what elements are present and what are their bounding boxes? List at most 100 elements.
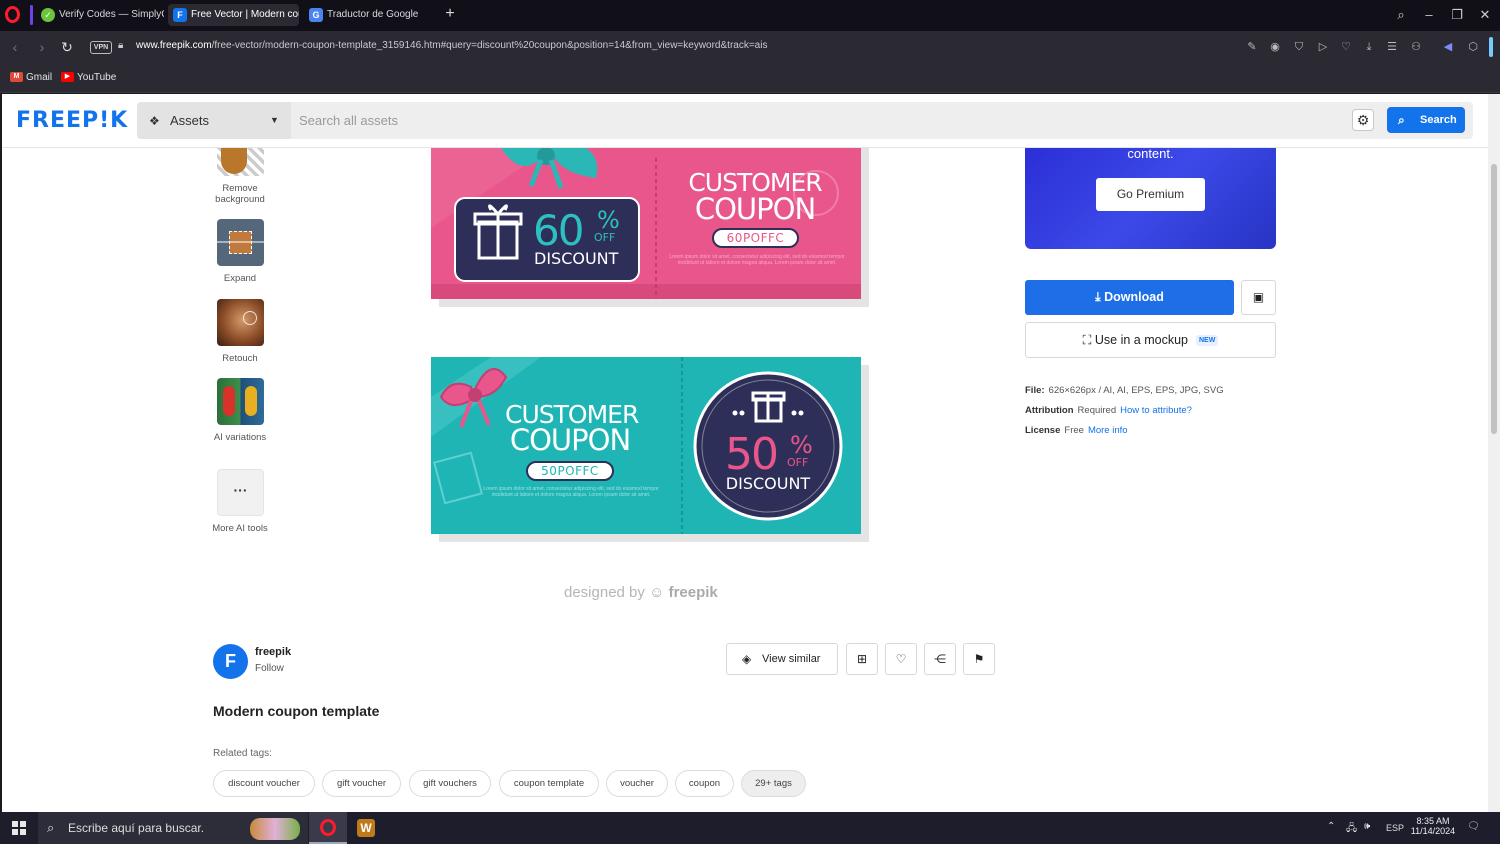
tab-label: Free Vector | Modern cou [191,9,299,20]
coupon-code: 50POFFC [526,461,614,481]
player-icon[interactable]: ▷ [1316,40,1330,54]
coupon-title-line2: COUPON [509,423,631,457]
volume-icon[interactable]: 🕪︎ [1364,821,1370,832]
new-tab-icon[interactable]: + [442,6,458,22]
sidebar-handle[interactable] [1489,37,1493,57]
address-bar: ‹ › ↻ VPN 🔒︎ www.freepik.com/free-vector… [0,31,1500,63]
restore-icon[interactable]: ❐ [1448,6,1466,24]
taskbar-opera[interactable] [309,812,347,844]
flag-icon: ⚑ [973,652,985,666]
coupon-teal: CUSTOMER COUPON 50POFFC Lorem ipsum dolo… [431,357,861,534]
designed-by-watermark: designed by ☺ freepik [564,584,718,601]
related-tags-label: Related tags: [213,748,272,759]
reload-icon[interactable]: ↻ [59,39,75,55]
shield-icon[interactable]: ⛉ [1292,40,1306,54]
heart-icon: ♡ [895,652,907,666]
tab-freepik[interactable]: F Free Vector | Modern cou [168,4,299,26]
wow-icon: W [357,819,375,837]
go-premium-button[interactable]: Go Premium [1096,178,1205,211]
windows-taskbar: ⌕ Escribe aquí para buscar. W ⌃ 🖧︎ 🕪︎ ES… [0,812,1500,844]
bookmarks-bar: M Gmail ▶ YouTube [0,63,1500,93]
tab-verify-codes[interactable]: ✓ Verify Codes — SimplyCo [36,4,164,26]
clock[interactable]: 8:35 AM 11/14/2024 [1407,816,1459,836]
back-icon[interactable]: ‹ [7,39,23,55]
profile-icon[interactable]: ⚇ [1409,40,1423,54]
off-label: OFF [594,231,616,244]
tag-chip[interactable]: coupon template [499,770,599,797]
coupon-fine-print: Lorem ipsum dolor sit amet, consectetur … [669,254,845,266]
bookmark-youtube[interactable]: ▶ YouTube [61,72,116,83]
lock-icon[interactable]: 🔒︎ [118,40,127,52]
language-indicator[interactable]: ESP [1386,823,1404,833]
discount-label: DISCOUNT [725,474,811,493]
taskbar-search[interactable]: ⌕ Escribe aquí para buscar. [38,812,308,844]
assets-dropdown[interactable]: ❖ Assets ▼ [137,102,291,139]
tab-search-icon[interactable]: ⌕ [1392,6,1410,24]
layers-icon: ◈ [742,652,752,666]
freepik-logo-icon: ☺ [649,584,665,601]
author-name[interactable]: freepik [255,646,291,658]
clock-date: 11/14/2024 [1410,826,1456,836]
clock-time: 8:35 AM [1416,816,1450,826]
search-input[interactable] [299,102,1339,139]
ai-tool-label: Remove background [215,183,265,205]
notifications-icon[interactable]: 🗨︎ [1467,821,1480,832]
scrollbar-thumb[interactable] [1491,164,1497,434]
designed-by-brand: freepik [668,584,718,601]
more-info-link[interactable]: More info [1088,425,1128,436]
more-tags-button[interactable]: 29+ tags [741,770,806,797]
view-similar-button[interactable]: ◈ View similar [726,643,838,675]
minimize-icon[interactable]: – [1420,6,1438,24]
attribution-value: Required [1077,405,1117,416]
download-icon[interactable]: ⤓ [1362,40,1376,54]
close-icon[interactable]: ✕ [1476,6,1494,24]
expand-thumbnail [217,219,264,266]
tag-chip[interactable]: gift vouchers [409,770,491,797]
use-in-mockup-button[interactable]: ⛶ Use in a mockup NEW [1025,322,1276,358]
windows-start-icon[interactable] [12,821,26,835]
forward-icon[interactable]: › [34,39,50,55]
coupon-pink: 60 % OFF DISCOUNT CUSTOMER COUPON 60POFF… [431,148,861,299]
image-preview-button[interactable]: ▣ [1241,280,1276,315]
extensions-icon[interactable]: ⬡ [1466,40,1480,54]
taskbar-word[interactable]: W [347,812,385,844]
file-value: 626×626px / AI, AI, EPS, EPS, JPG, SVG [1048,385,1224,396]
follow-button[interactable]: Follow [255,663,284,674]
opera-logo-icon[interactable] [5,6,20,23]
url-domain: www.freepik.com [136,40,212,51]
heart-icon[interactable]: ♡ [1339,40,1353,54]
freepik-logo[interactable]: FREEP!K [16,108,128,133]
tag-chip[interactable]: coupon [675,770,734,797]
author-avatar[interactable]: F [213,644,248,679]
report-button[interactable]: ⚑ [963,643,995,675]
retouch-thumbnail [217,299,264,346]
tag-chip[interactable]: gift voucher [322,770,401,797]
search-bar: ❖ Assets ▼ ⚙ ⌕ Search [137,102,1473,139]
attribution-info: Attribution Required How to attribute? [1025,405,1192,416]
share-icon: ⋲ [934,652,946,666]
camera-icon[interactable]: ◉ [1268,40,1282,54]
like-button[interactable]: ♡ [885,643,917,675]
chevron-up-icon[interactable]: ⌃ [1327,821,1335,832]
url-field[interactable]: www.freepik.com/free-vector/modern-coupo… [136,40,767,51]
snapshot-edit-icon[interactable]: ✎ [1245,40,1259,54]
tab-label: Verify Codes — SimplyCo [59,9,164,20]
how-to-attribute-link[interactable]: How to attribute? [1120,405,1192,416]
easy-setup-icon[interactable]: ☰ [1385,40,1399,54]
search-button[interactable]: ⌕ Search [1387,107,1465,133]
download-label: Download [1104,290,1164,304]
tag-chip[interactable]: discount voucher [213,770,315,797]
bookmark-gmail[interactable]: M Gmail [10,72,52,83]
tag-chip[interactable]: voucher [606,770,668,797]
share-button[interactable]: ⋲ [924,643,956,675]
vpn-badge[interactable]: VPN [90,41,112,54]
gear-icon[interactable]: ⚙ [1352,109,1374,131]
speaker-icon[interactable]: ◀︎ [1441,40,1455,54]
add-to-collection-button[interactable]: ⊞ [846,643,878,675]
coupon-fine-print: Lorem ipsum dolor sit amet, consectetur … [483,486,659,498]
ai-tool-label: More AI tools [212,523,268,534]
tab-google-translate[interactable]: G Traductor de Google [304,4,434,26]
page-scrollbar[interactable] [1488,94,1500,812]
download-button[interactable]: ⤓ Download [1025,280,1234,315]
network-icon[interactable]: 🖧︎ [1346,821,1357,838]
